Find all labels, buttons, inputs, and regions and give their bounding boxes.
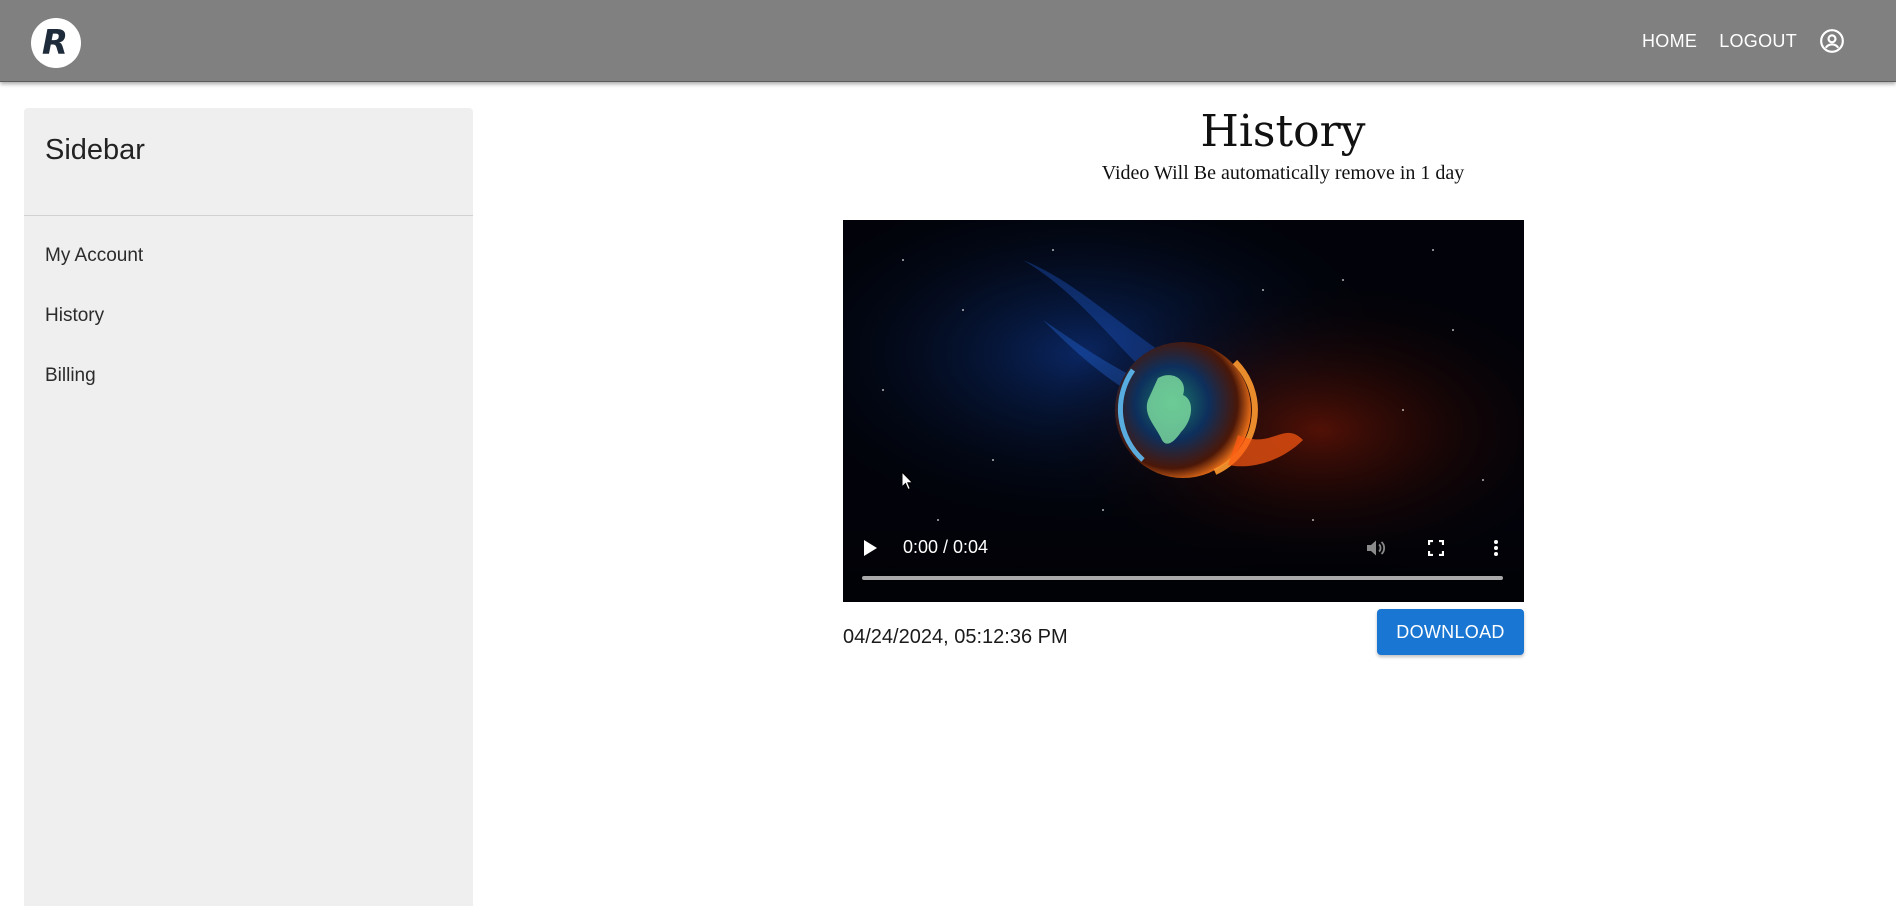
time-display: 0:00 / 0:04 bbox=[903, 537, 989, 557]
sidebar-item-history[interactable]: History bbox=[24, 286, 473, 346]
more-vert-icon[interactable] bbox=[1482, 534, 1510, 562]
logout-link[interactable]: LOGOUT bbox=[1708, 23, 1808, 60]
app-bar: R HOME LOGOUT bbox=[0, 0, 1896, 82]
sidebar-item-label: Billing bbox=[45, 365, 96, 386]
sidebar-item-my-account[interactable]: My Account bbox=[24, 226, 473, 286]
sidebar-item-label: History bbox=[45, 305, 105, 326]
video-player[interactable]: 0:00 / 0:04 bbox=[843, 220, 1524, 602]
home-link[interactable]: HOME bbox=[1631, 23, 1708, 60]
page-subtitle: Video Will Be automatically remove in 1 … bbox=[1101, 162, 1465, 184]
account-circle-icon[interactable] bbox=[1818, 27, 1846, 55]
logo-letter: R bbox=[41, 23, 69, 63]
video-timestamp: 04/24/2024, 05:12:36 PM bbox=[843, 626, 1068, 648]
sidebar-title: Sidebar bbox=[45, 134, 145, 166]
download-button[interactable]: DOWNLOAD bbox=[1377, 609, 1524, 655]
top-nav: HOME LOGOUT bbox=[1631, 0, 1846, 82]
sidebar-item-billing[interactable]: Billing bbox=[24, 346, 473, 406]
sidebar: Sidebar My Account History Billing bbox=[24, 108, 473, 906]
video-progress-bar[interactable] bbox=[862, 576, 1503, 580]
video-controls: 0:00 / 0:04 bbox=[843, 522, 1524, 602]
mouse-cursor-icon bbox=[901, 471, 914, 491]
sidebar-header: Sidebar bbox=[24, 108, 473, 216]
play-icon[interactable] bbox=[856, 534, 884, 562]
volume-icon[interactable] bbox=[1362, 534, 1390, 562]
fullscreen-icon[interactable] bbox=[1422, 534, 1450, 562]
sidebar-menu: My Account History Billing bbox=[24, 216, 473, 406]
logo[interactable]: R bbox=[31, 18, 81, 68]
page-title: History bbox=[1200, 106, 1366, 157]
sidebar-item-label: My Account bbox=[45, 245, 144, 266]
